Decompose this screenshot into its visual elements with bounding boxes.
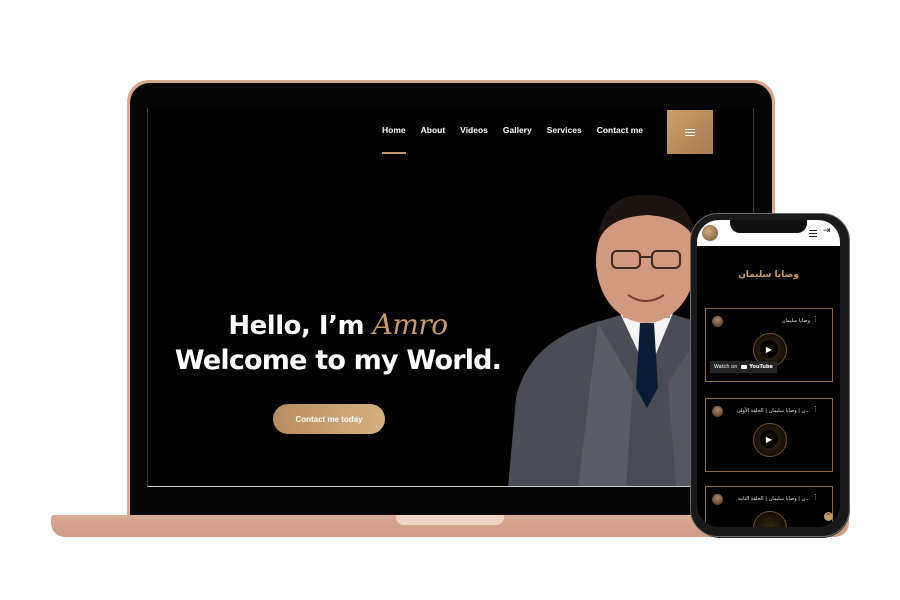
hero-subtitle: Welcome to my World. — [174, 345, 502, 376]
hero-greeting-text: Hello, I’m — [228, 311, 373, 341]
more-options-icon[interactable]: ⋮ — [812, 405, 819, 413]
video-title: ...ن | وصايا سليمان | الحلقة الأولى — [736, 408, 810, 414]
laptop-screen: Home About Videos Gallery Services Conta… — [147, 108, 754, 487]
nav-contact[interactable]: Contact me — [597, 125, 643, 135]
main-nav: Home About Videos Gallery Services Conta… — [382, 125, 658, 154]
hero-greeting: Hello, I’m Amro — [148, 308, 528, 341]
nav-services[interactable]: Services — [547, 125, 582, 135]
menu-button[interactable] — [667, 110, 713, 154]
youtube-icon — [741, 365, 748, 369]
more-options-icon[interactable]: ⋮ — [812, 493, 819, 501]
nav-videos[interactable]: Videos — [460, 125, 488, 135]
hamburger-icon[interactable] — [809, 228, 817, 239]
channel-avatar — [712, 316, 723, 327]
watch-on-label: Watch on — [714, 364, 738, 370]
logo-icon[interactable] — [702, 225, 718, 241]
watch-on-youtube-button[interactable]: Watch on YouTube — [710, 361, 777, 373]
phone-section-title: وصايا سليمان — [738, 270, 799, 280]
youtube-label: YouTube — [749, 364, 773, 370]
logout-icon[interactable]: ⇥ — [823, 226, 831, 236]
scroll-to-top-button[interactable]: ^ — [824, 512, 833, 521]
nav-home[interactable]: Home — [382, 125, 406, 154]
more-options-icon[interactable]: ⋮ — [812, 315, 819, 323]
video-title: وصايا سليمان — [781, 318, 810, 324]
video-emblem — [753, 511, 787, 527]
play-icon[interactable]: ▶ — [760, 430, 778, 448]
video-card[interactable]: وصايا سليمان ⋮ ▶ Watch on YouTube — [705, 308, 833, 382]
channel-avatar — [712, 494, 723, 505]
video-card[interactable]: ...ن | وصايا سليمان | الحلقة الأولى ⋮ ▶ — [705, 398, 833, 472]
contact-cta-button[interactable]: Contact me today — [273, 404, 385, 434]
nav-gallery[interactable]: Gallery — [503, 125, 532, 135]
hamburger-icon — [685, 127, 695, 138]
channel-avatar — [712, 406, 723, 417]
video-card[interactable]: ...ن | وصايا سليمان | الحلقة الثانية ⋮ — [705, 486, 833, 527]
hero-name: Amro — [372, 308, 449, 341]
phone-screen: ⇥ وصايا سليمان وصايا سليمان ⋮ ▶ Watch on… — [697, 220, 840, 527]
laptop-notch — [396, 515, 504, 525]
video-title: ...ن | وصايا سليمان | الحلقة الثانية — [737, 496, 810, 502]
play-icon[interactable]: ▶ — [760, 340, 778, 358]
nav-about[interactable]: About — [421, 125, 446, 135]
phone-notch — [730, 220, 807, 233]
